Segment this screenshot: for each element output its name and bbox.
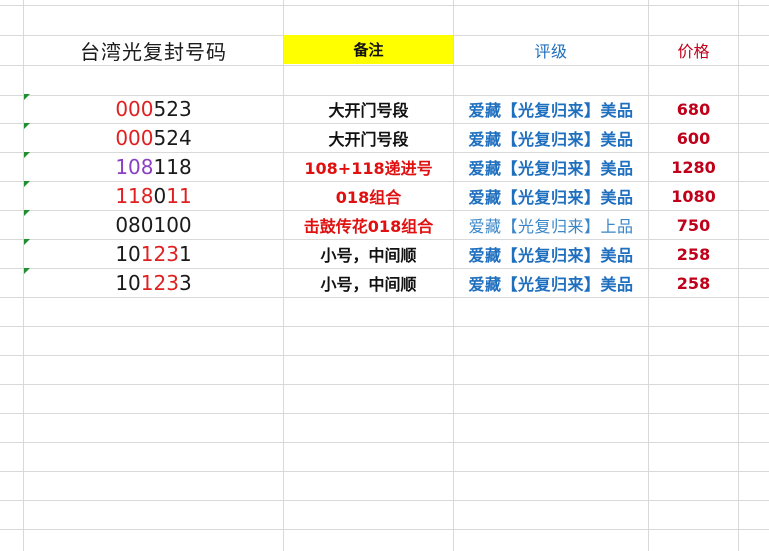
code-digits: 10 <box>115 271 141 295</box>
code-digits: 3 <box>178 271 192 295</box>
grade-cell[interactable]: 爱藏【光复归来】美品 <box>454 153 648 181</box>
price-text: 1080 <box>671 186 716 206</box>
header-note: 备注 <box>353 41 384 59</box>
header-note-cell[interactable]: 备注 <box>284 35 453 64</box>
code-digits: 10 <box>115 242 141 266</box>
code-cell[interactable]: 10 123 1 <box>24 240 283 268</box>
gridline-h <box>0 5 769 6</box>
price-text: 258 <box>676 244 711 264</box>
gridline-h <box>0 65 769 66</box>
price-cell[interactable]: 750 <box>649 211 738 239</box>
note-cell[interactable]: 大开门号段 <box>284 124 453 152</box>
header-title-cell[interactable]: 台湾光复封号码 <box>24 35 283 65</box>
price-cell[interactable]: 258 <box>649 269 738 297</box>
code-cell[interactable]: 10 123 3 <box>24 269 283 297</box>
price-cell[interactable]: 1280 <box>649 153 738 181</box>
grade-cell[interactable]: 爱藏【光复归来】美品 <box>454 269 648 297</box>
grade-text: 爱藏【光复归来】美品 <box>468 246 634 265</box>
price-text: 680 <box>676 99 711 119</box>
code-digits: 080100 <box>115 213 192 237</box>
code-digits: 1 <box>115 184 129 208</box>
gridline-v <box>738 0 739 551</box>
note-text: 018组合 <box>335 188 402 207</box>
code-cell[interactable]: 108 118 <box>24 153 283 181</box>
price-cell[interactable]: 680 <box>649 95 738 123</box>
grade-text: 爱藏【光复归来】美品 <box>468 130 634 149</box>
code-digits: 000 <box>115 126 154 150</box>
code-digits: 123 <box>140 271 179 295</box>
price-text: 1280 <box>671 157 716 177</box>
code-digits: 11 <box>166 184 192 208</box>
code-digits: 18 <box>128 184 154 208</box>
note-text: 击鼓传花018组合 <box>303 217 434 236</box>
note-text: 108+118递进号 <box>304 159 433 178</box>
note-cell[interactable]: 击鼓传花018组合 <box>284 211 453 239</box>
gridline-h <box>0 326 769 327</box>
price-cell[interactable]: 258 <box>649 240 738 268</box>
note-text: 小号，中间顺 <box>320 246 417 265</box>
code-digits: 524 <box>153 126 192 150</box>
code-cell[interactable]: 1 18 0 11 <box>24 182 283 210</box>
note-cell[interactable]: 小号，中间顺 <box>284 269 453 297</box>
code-digits: 123 <box>140 242 179 266</box>
note-cell[interactable]: 小号，中间顺 <box>284 240 453 268</box>
header-grade-cell[interactable]: 评级 <box>454 35 648 65</box>
grade-cell[interactable]: 爱藏【光复归来】美品 <box>454 124 648 152</box>
gridline-h <box>0 471 769 472</box>
gridline-h <box>0 297 769 298</box>
code-digits: 1 <box>178 242 192 266</box>
code-digits: 000 <box>115 97 154 121</box>
grade-cell[interactable]: 爱藏【光复归来】上品 <box>454 211 648 239</box>
grade-cell[interactable]: 爱藏【光复归来】美品 <box>454 182 648 210</box>
code-digits: 108 <box>115 155 154 179</box>
code-digits: 118 <box>153 155 192 179</box>
price-cell[interactable]: 600 <box>649 124 738 152</box>
gridline-h <box>0 529 769 530</box>
grade-text: 爱藏【光复归来】美品 <box>468 275 634 294</box>
note-cell[interactable]: 108+118递进号 <box>284 153 453 181</box>
price-cell[interactable]: 1080 <box>649 182 738 210</box>
note-text: 大开门号段 <box>328 101 409 120</box>
note-cell[interactable]: 018组合 <box>284 182 453 210</box>
header-price-cell[interactable]: 价格 <box>649 35 738 65</box>
grade-cell[interactable]: 爱藏【光复归来】美品 <box>454 95 648 123</box>
gridline-h <box>0 355 769 356</box>
note-text: 大开门号段 <box>328 130 409 149</box>
gridline-h <box>0 500 769 501</box>
code-cell[interactable]: 080100 <box>24 211 283 239</box>
gridline-h <box>0 413 769 414</box>
grade-text: 爱藏【光复归来】美品 <box>468 159 634 178</box>
code-cell[interactable]: 000 524 <box>24 124 283 152</box>
code-digits: 523 <box>153 97 192 121</box>
gridline-h <box>0 442 769 443</box>
code-cell[interactable]: 000 523 <box>24 95 283 123</box>
price-text: 750 <box>676 215 711 235</box>
grade-cell[interactable]: 爱藏【光复归来】美品 <box>454 240 648 268</box>
grade-text: 爱藏【光复归来】上品 <box>468 217 634 236</box>
header-grade: 评级 <box>534 42 568 61</box>
price-text: 258 <box>676 273 711 293</box>
note-cell[interactable]: 大开门号段 <box>284 95 453 123</box>
gridline-h <box>0 384 769 385</box>
header-title: 台湾光复封号码 <box>80 39 227 64</box>
grade-text: 爱藏【光复归来】美品 <box>468 188 634 207</box>
price-text: 600 <box>676 128 711 148</box>
note-text: 小号，中间顺 <box>320 275 417 294</box>
grade-text: 爱藏【光复归来】美品 <box>468 101 634 120</box>
header-price: 价格 <box>677 42 710 61</box>
code-digits: 0 <box>153 184 167 208</box>
